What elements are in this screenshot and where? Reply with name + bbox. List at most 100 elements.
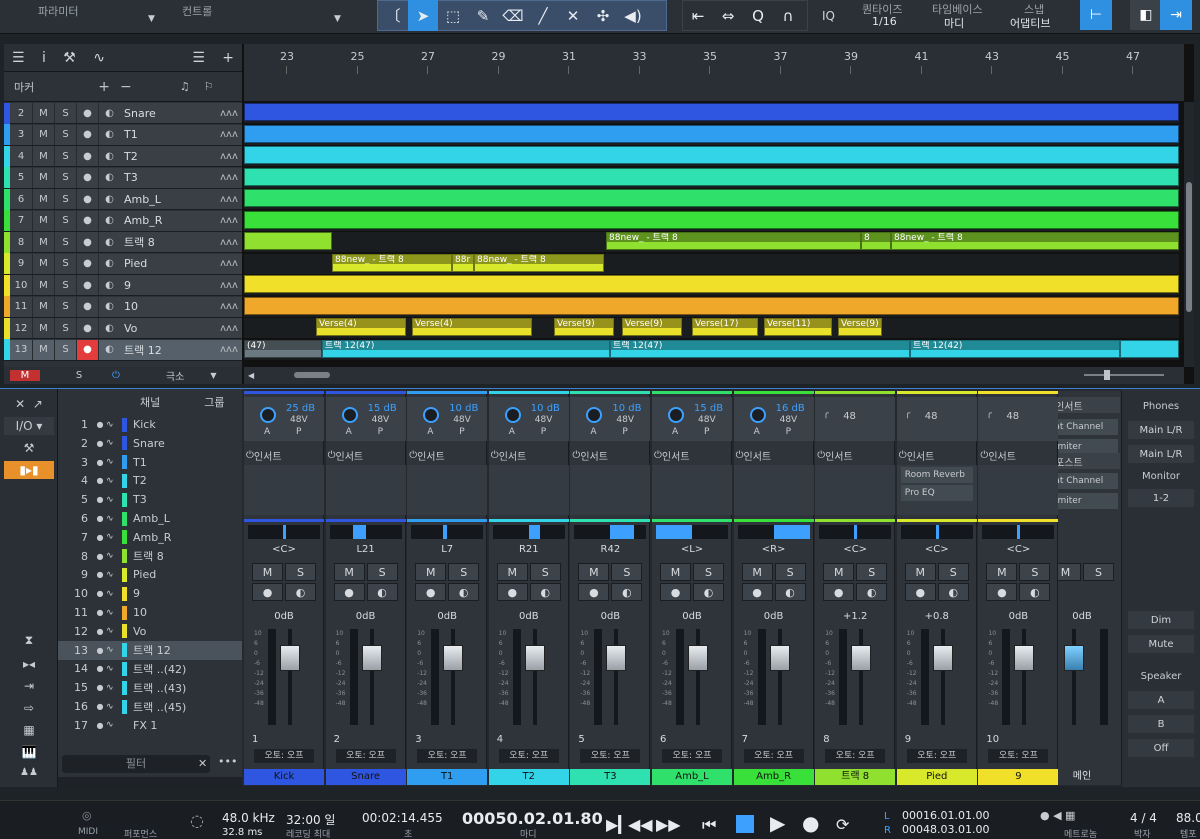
fader-handle[interactable]	[524, 645, 545, 671]
audio-event[interactable]	[244, 146, 1179, 164]
main-fader[interactable]	[1052, 629, 1112, 725]
record-arm-icon[interactable]: ●	[741, 583, 773, 601]
automation-mode[interactable]: 오토: 오프	[825, 749, 886, 763]
power-icon[interactable]: ⏻	[328, 450, 336, 461]
automation-mode[interactable]: 오토: 오프	[662, 749, 722, 763]
waveform-icon[interactable]: ʌʌʌ	[216, 194, 242, 205]
track-mute-button[interactable]: M	[32, 339, 54, 360]
track-lane[interactable]	[244, 124, 1179, 145]
monitor-icon[interactable]: ◐	[98, 146, 120, 166]
monitor-icon[interactable]: ◐	[611, 583, 643, 601]
audio-event[interactable]	[244, 296, 1179, 315]
track-mute-button[interactable]: M	[32, 253, 54, 274]
position-bars[interactable]: 00050.02.01.80	[462, 809, 603, 828]
control-label[interactable]: 컨트롤	[182, 3, 212, 19]
channel-name[interactable]: Snare	[325, 769, 406, 785]
track-mute-button[interactable]: M	[32, 103, 54, 123]
fader-handle[interactable]	[280, 645, 300, 671]
power-icon[interactable]: ⏻	[899, 450, 907, 461]
global-solo-button[interactable]: S	[64, 370, 94, 381]
power-icon[interactable]: ⏻	[817, 450, 825, 461]
track-row[interactable]: 10 M S ● ◐ 9 ʌʌʌ	[4, 274, 242, 296]
horizontal-scrollbar[interactable]: ◀	[244, 367, 1184, 384]
snap-toggle-icon[interactable]: ⊢	[1080, 0, 1112, 30]
monitor-icon[interactable]: ◐	[98, 275, 120, 295]
solo-button[interactable]: S	[448, 563, 480, 581]
wrench-icon[interactable]: ⚒	[63, 50, 76, 66]
visible-dot-icon[interactable]: ●	[94, 533, 106, 542]
right-locator[interactable]: 00048.03.01.00	[902, 823, 989, 836]
volume-value[interactable]: 0dB	[734, 611, 814, 622]
volume-value[interactable]: +1.2	[815, 611, 895, 622]
visible-dot-icon[interactable]: ●	[94, 420, 106, 429]
track-lane[interactable]: (47) 트랙 12(47) 트랙 12(47) 트랙 12(42)	[244, 339, 1179, 360]
channel-name[interactable]: T1	[407, 769, 488, 785]
paint-tool-icon[interactable]: ╱	[528, 0, 558, 31]
grid-icon[interactable]: ▦	[4, 721, 54, 739]
fader-handle[interactable]	[851, 645, 872, 671]
record-arm-icon[interactable]: ●	[904, 583, 936, 601]
automation-mode[interactable]: 오토: 오프	[254, 749, 314, 763]
monitor-icon[interactable]: ◐	[937, 583, 969, 601]
waveform-icon[interactable]: ʌʌʌ	[216, 237, 242, 248]
insert-slots[interactable]	[733, 465, 814, 515]
insert-header[interactable]: ⏻ 인서트	[899, 448, 975, 463]
monitor-icon[interactable]: ◐	[98, 210, 120, 231]
fader-handle[interactable]	[361, 645, 382, 671]
track-name[interactable]: 10	[120, 300, 216, 313]
volume-fader[interactable]: 10 6 0 -6 -12 -24 -36 -48	[417, 629, 477, 725]
channel-list-item[interactable]: 17 ● ∿ FX 1	[58, 716, 242, 735]
insert-header[interactable]: ⏻ 인서트	[980, 448, 1056, 463]
mixer-view-tabs[interactable]	[58, 777, 242, 787]
collapse-icon[interactable]: ▸◂	[4, 655, 54, 673]
phantom-label[interactable]: 48V	[372, 415, 390, 425]
power-icon[interactable]: ⏻	[491, 450, 499, 461]
remove-marker-icon[interactable]: −	[120, 79, 132, 95]
audio-event[interactable]: Verse(17)	[692, 318, 758, 336]
record-arm-icon[interactable]: ●	[578, 583, 610, 601]
track-lane[interactable]	[244, 103, 1179, 123]
inspector-toggle-icon[interactable]: ◧	[1130, 0, 1162, 30]
visible-dot-icon[interactable]: ●	[94, 721, 106, 730]
monitor-icon[interactable]: ◐	[285, 583, 316, 601]
speaker-off-button[interactable]: Off	[1128, 739, 1194, 757]
phase-icon[interactable]: P	[622, 427, 627, 437]
track-row[interactable]: 11 M S ● ◐ 10 ʌʌʌ	[4, 296, 242, 318]
volume-value[interactable]: 0dB	[407, 611, 487, 622]
monitor-icon[interactable]: ◐	[529, 583, 561, 601]
pan-value[interactable]: L7	[407, 544, 487, 555]
listen-tool-icon[interactable]: ◀)	[618, 0, 648, 31]
mute-button[interactable]: M	[415, 563, 447, 581]
chevron-down-icon[interactable]: ▼	[148, 14, 155, 24]
track-row[interactable]: 6 M S ● ◐ Amb_L ʌʌʌ	[4, 188, 242, 210]
power-icon[interactable]: ⏻	[246, 450, 254, 461]
visible-dot-icon[interactable]: ●	[94, 458, 106, 467]
volume-value[interactable]: 0dB	[978, 611, 1058, 622]
track-solo-button[interactable]: S	[54, 275, 76, 295]
phase-icon[interactable]: P	[459, 427, 464, 437]
solo-button[interactable]: S	[856, 563, 888, 581]
polarity-icon[interactable]: A	[346, 427, 352, 437]
pan-control[interactable]	[411, 525, 484, 539]
browser-toggle-icon[interactable]: ⇥	[1160, 0, 1192, 30]
track-row[interactable]: 4 M S ● ◐ T2 ʌʌʌ	[4, 145, 242, 167]
volume-fader[interactable]: 10 6 0 -6 -12 -24 -36 -48	[907, 629, 967, 725]
track-solo-button[interactable]: S	[54, 253, 76, 274]
channel-name[interactable]: Pied	[896, 769, 977, 785]
monitor-icon[interactable]: ◐	[98, 253, 120, 274]
track-lane[interactable]	[244, 167, 1179, 188]
eraser-tool-icon[interactable]: ⌫	[498, 0, 528, 31]
audio-event[interactable]: Verse(9)	[554, 318, 614, 336]
track-mute-button[interactable]: M	[32, 146, 54, 166]
power-icon[interactable]: ⏻	[980, 450, 988, 461]
visible-dot-icon[interactable]: ●	[94, 476, 106, 485]
track-name[interactable]: Amb_R	[120, 214, 216, 227]
track-row[interactable]: 9 M S ● ◐ Pied ʌʌʌ	[4, 253, 242, 275]
monitor-icon[interactable]: ◐	[98, 124, 120, 145]
monitor-icon[interactable]: ◐	[856, 583, 888, 601]
track-mute-button[interactable]: M	[32, 167, 54, 188]
phones-output[interactable]: Main L/R	[1128, 421, 1194, 439]
audio-event[interactable]: Verse(11)	[764, 318, 832, 336]
track-solo-button[interactable]: S	[54, 318, 76, 338]
track-mute-button[interactable]: M	[32, 318, 54, 338]
